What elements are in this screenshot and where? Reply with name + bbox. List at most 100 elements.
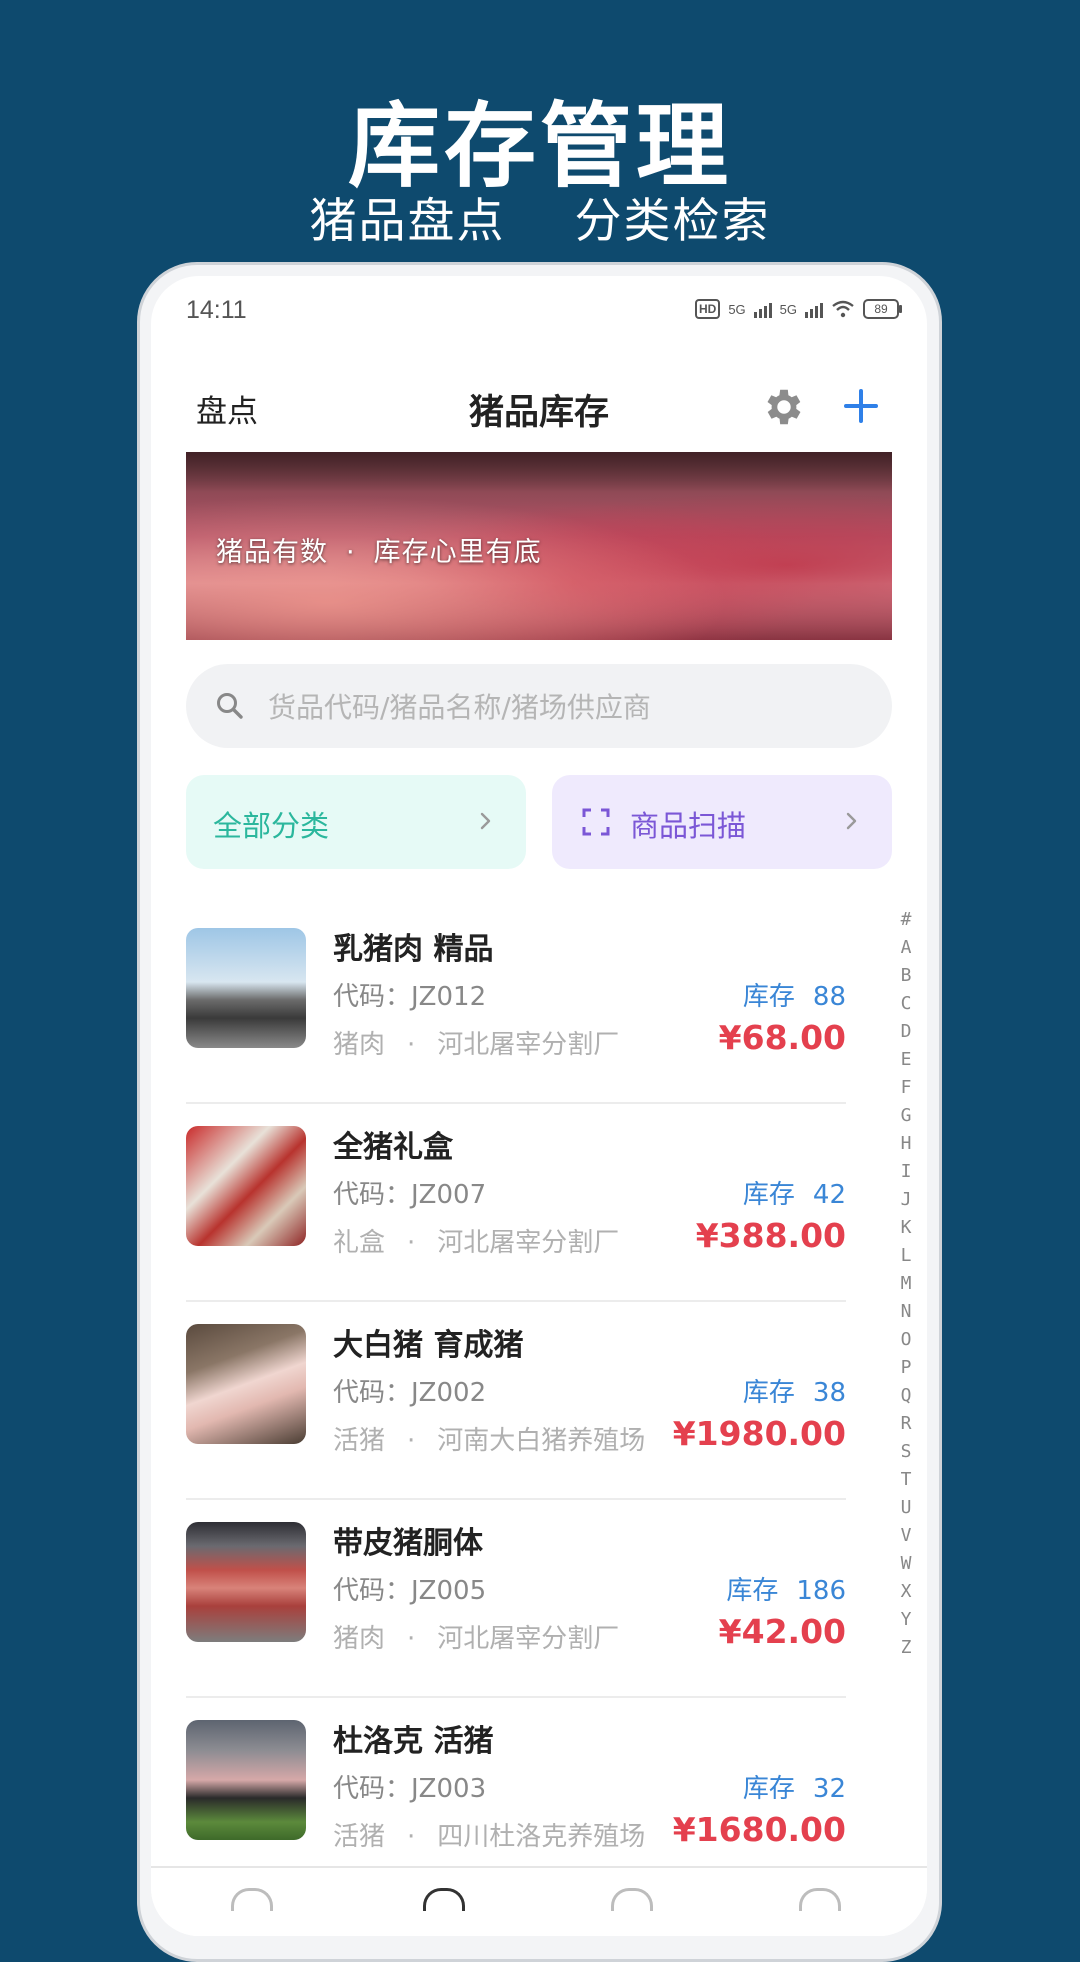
product-meta: 猪肉 · 河北屠宰分割厂: [333, 1618, 619, 1655]
product-meta: 猪肉 · 河北屠宰分割厂: [333, 1024, 619, 1061]
product-supplier: 河北屠宰分割厂: [437, 1030, 620, 1060]
product-row[interactable]: 杜洛克 活猪 代码：JZ003 活猪 · 四川杜洛克养殖场 库存 32 ¥1680.0…: [186, 1698, 846, 1894]
product-row[interactable]: 大白猪 育成猪 代码：JZ002 活猪 · 河南大白猪养殖场 库存 38 ¥1980.…: [186, 1302, 846, 1500]
product-code: 代码：JZ003: [333, 1774, 487, 1804]
tab-stats-icon[interactable]: [611, 1888, 653, 1911]
alpha-index-item[interactable]: X: [901, 1578, 912, 1606]
product-code: 代码：JZ007: [333, 1180, 487, 1210]
stock-label: 库存: [742, 1378, 795, 1408]
product-supplier: 河北屠宰分割厂: [437, 1228, 620, 1258]
product-thumbnail: [186, 928, 306, 1048]
product-type: 猪肉: [333, 1030, 386, 1060]
alpha-index-item[interactable]: #: [901, 906, 912, 934]
product-stock: 库存 32: [743, 1768, 846, 1805]
product-row[interactable]: 全猪礼盒 代码：JZ007 礼盒 · 河北屠宰分割厂 库存 42 ¥388.00: [186, 1104, 846, 1302]
status-icons: HD 5G 5G 89: [694, 296, 902, 322]
wifi-icon: [832, 300, 854, 318]
product-thumbnail: [186, 1126, 306, 1246]
meta-dot: ·: [407, 1228, 416, 1258]
product-meta: 礼盒 · 河北屠宰分割厂: [333, 1222, 619, 1259]
product-scan-button[interactable]: 商品扫描: [552, 775, 892, 869]
hd-icon: HD: [694, 299, 721, 319]
alpha-index-item[interactable]: F: [901, 1074, 912, 1102]
product-supplier: 河南大白猪养殖场: [437, 1426, 646, 1456]
battery-icon: 89: [863, 299, 902, 319]
product-code: 代码：JZ002: [333, 1378, 487, 1408]
product-name: 乳猪肉 精品: [333, 932, 494, 967]
alpha-index-item[interactable]: B: [901, 962, 912, 990]
product-price: ¥42.00: [718, 1612, 846, 1651]
page-title: 猪品库存: [468, 393, 609, 433]
alpha-index-item[interactable]: N: [901, 1298, 912, 1326]
tab-inventory-icon[interactable]: [423, 1888, 465, 1911]
alpha-index-item[interactable]: S: [901, 1438, 912, 1466]
product-price: ¥388.00: [695, 1216, 846, 1255]
alpha-index-item[interactable]: Z: [901, 1634, 912, 1662]
alpha-index-item[interactable]: T: [901, 1466, 912, 1494]
product-stock: 库存 88: [743, 976, 846, 1013]
stock-count: 88: [812, 982, 846, 1012]
product-name: 杜洛克 活猪: [333, 1724, 494, 1759]
alpha-index-item[interactable]: U: [901, 1494, 912, 1522]
alpha-index-item[interactable]: Y: [901, 1606, 912, 1634]
stock-count: 42: [812, 1180, 846, 1210]
promo-subtitle: 猪品盘点 分类检索: [0, 182, 1080, 251]
alpha-index-item[interactable]: L: [901, 1242, 912, 1270]
status-bar: 14:11 HD 5G 5G 89: [151, 276, 927, 336]
alpha-index-item[interactable]: J: [901, 1186, 912, 1214]
tab-profile-icon[interactable]: [799, 1888, 841, 1911]
meta-dot: ·: [407, 1624, 416, 1654]
stock-label: 库存: [742, 982, 795, 1012]
scan-icon: [582, 808, 610, 836]
alpha-index-item[interactable]: E: [901, 1046, 912, 1074]
product-stock: 库存 42: [743, 1174, 846, 1211]
product-thumbnail: [186, 1720, 306, 1840]
product-type: 礼盒: [333, 1228, 386, 1258]
promo-subtitle-left: 猪品盘点: [309, 194, 506, 249]
product-name: 全猪礼盒: [333, 1130, 453, 1165]
product-code: 代码：JZ005: [333, 1576, 487, 1606]
alphabet-index[interactable]: # A B C D E F G H I J K L M N O P Q R S …: [891, 906, 921, 1662]
alpha-index-item[interactable]: K: [901, 1214, 912, 1242]
alpha-index-item[interactable]: M: [901, 1270, 912, 1298]
all-categories-button[interactable]: 全部分类: [186, 775, 526, 869]
signal-icon: [753, 300, 772, 318]
alpha-index-item[interactable]: P: [901, 1354, 912, 1382]
product-list: 乳猪肉 精品 代码：JZ012 猪肉 · 河北屠宰分割厂 库存 88 ¥68.00 全…: [186, 906, 846, 1894]
product-code: 代码：JZ012: [333, 982, 487, 1012]
banner-slogan: 猪品有数 · 库存心里有底: [216, 530, 542, 569]
signal-icon-2: [805, 300, 823, 318]
product-row[interactable]: 乳猪肉 精品 代码：JZ012 猪肉 · 河北屠宰分割厂 库存 88 ¥68.00: [186, 906, 846, 1104]
product-type: 活猪: [333, 1426, 386, 1456]
alpha-index-item[interactable]: W: [901, 1550, 912, 1578]
chevron-right-icon: [480, 812, 491, 830]
search-input[interactable]: [266, 664, 870, 750]
alpha-index-item[interactable]: G: [901, 1102, 912, 1130]
alpha-index-item[interactable]: A: [901, 934, 912, 962]
gear-icon[interactable]: [761, 384, 807, 430]
stock-count: 186: [796, 1576, 846, 1606]
product-row[interactable]: 带皮猪胴体 代码：JZ005 猪肉 · 河北屠宰分割厂 库存 186 ¥42.00: [186, 1500, 846, 1698]
alpha-index-item[interactable]: I: [901, 1158, 912, 1186]
alpha-index-item[interactable]: V: [901, 1522, 912, 1550]
alpha-index-item[interactable]: H: [901, 1130, 912, 1158]
plus-icon[interactable]: [841, 386, 881, 426]
alpha-index-item[interactable]: Q: [901, 1382, 912, 1410]
meta-dot: ·: [407, 1822, 416, 1852]
alpha-index-item[interactable]: O: [901, 1326, 912, 1354]
app-screen: 14:11 HD 5G 5G 89 盘点 猪品库存 猪品有数·库存心里有底: [151, 276, 927, 1936]
stock-count: 38: [812, 1378, 846, 1408]
all-categories-label: 全部分类: [213, 809, 330, 843]
promo-subtitle-right: 分类检索: [574, 194, 771, 249]
tab-home-icon[interactable]: [231, 1888, 273, 1911]
search-bar[interactable]: [186, 664, 892, 750]
alpha-index-item[interactable]: D: [901, 1018, 912, 1046]
alpha-index-item[interactable]: C: [901, 990, 912, 1018]
product-type: 猪肉: [333, 1624, 386, 1654]
alpha-index-item[interactable]: R: [901, 1410, 912, 1438]
stock-count: 32: [812, 1774, 846, 1804]
banner-slogan-dot: ·: [346, 537, 356, 568]
status-time: 14:11: [186, 296, 247, 324]
product-price: ¥1680.00: [672, 1810, 846, 1849]
product-name: 带皮猪胴体: [333, 1526, 483, 1561]
